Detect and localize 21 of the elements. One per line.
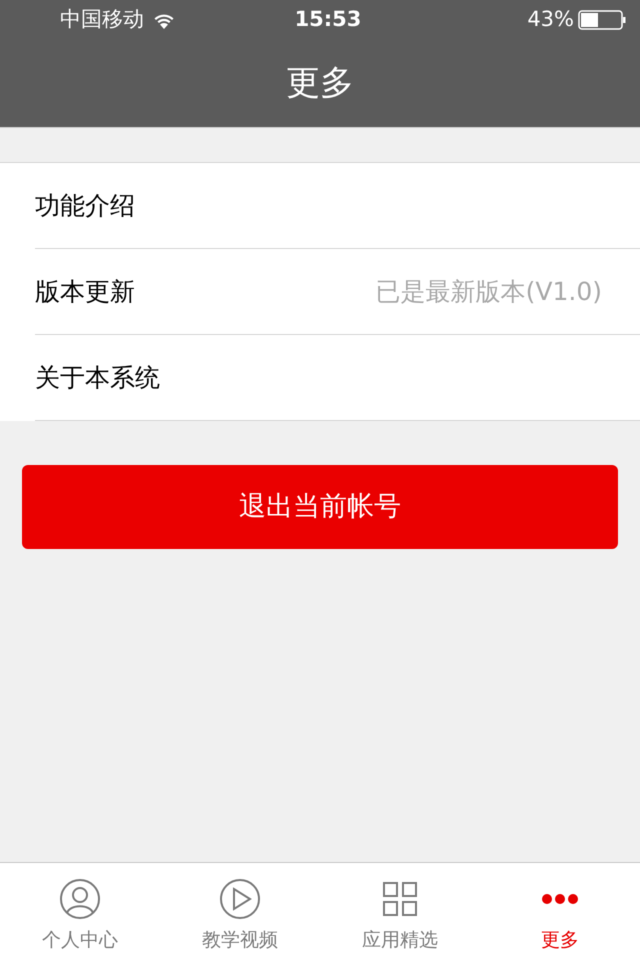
carrier-name: 中国移动 [60,6,144,34]
person-icon [59,878,101,920]
menu-item-label: 功能介绍 [35,190,135,222]
menu-item-label: 关于本系统 [35,362,160,394]
logout-button[interactable]: 退出当前帐号 [22,465,618,549]
page-title: 更多 [286,62,354,105]
tab-item[interactable]: 个人中心 [0,863,160,960]
version-status: 已是最新版本(V1.0) [376,276,602,308]
clock-time: 15:53 [294,6,362,34]
grid-icon [382,880,418,916]
menu-item[interactable]: 关于本系统 [35,335,640,421]
menu-item-label: 版本更新 [35,276,135,308]
menu-item[interactable]: 功能介绍 [35,163,640,249]
play-icon [219,878,261,920]
tab-item[interactable]: 教学视频 [160,863,320,960]
battery-percentage: 43% [527,6,574,34]
tab-item[interactable]: 应用精选 [320,863,480,960]
more-icon [541,892,579,904]
menu-item[interactable]: 版本更新 已是最新版本(V1.0) [35,249,640,335]
battery-icon [578,10,626,30]
tab-item[interactable]: 更多 [480,863,640,960]
